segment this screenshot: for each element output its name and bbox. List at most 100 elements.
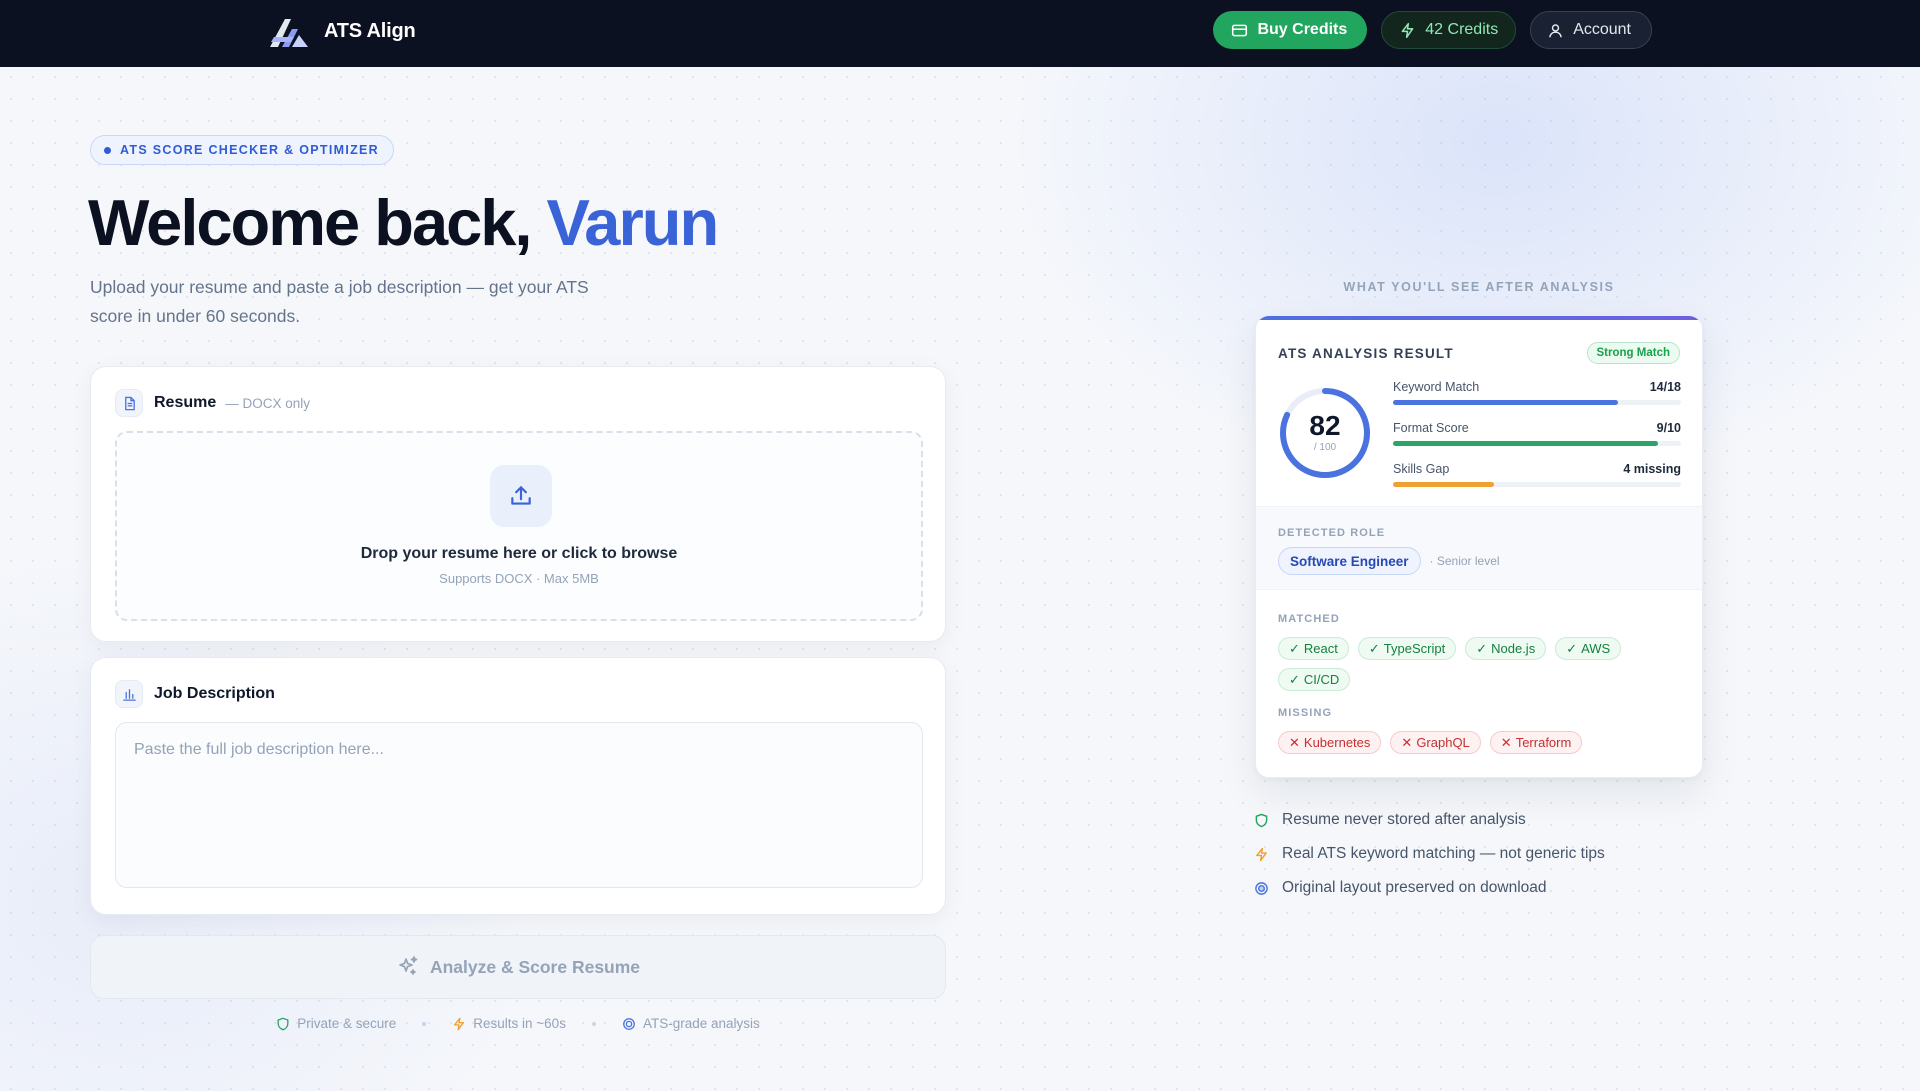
feature-label: Original layout preserved on download [1282, 879, 1547, 896]
metric-label: Keyword Match [1393, 380, 1480, 394]
matched-skill-chip: ✓ AWS [1555, 637, 1622, 660]
metric-label: Format Score [1393, 421, 1469, 435]
skill-label: AWS [1581, 641, 1611, 656]
metric-label: Skills Gap [1393, 462, 1450, 476]
metric-bar [1393, 441, 1681, 446]
score-value: 82 [1309, 410, 1341, 441]
bar-chart-icon [115, 680, 143, 708]
resume-title: Resume [154, 394, 217, 411]
buy-credits-button[interactable]: Buy Credits [1213, 11, 1368, 49]
bolt-icon [454, 1017, 465, 1030]
feature-label: Real ATS keyword matching — not generic … [1282, 845, 1605, 862]
page-title: Welcome back, Varun [88, 185, 719, 260]
target-icon [1255, 881, 1268, 895]
resume-dropzone[interactable]: Drop your resume here or click to browse… [115, 431, 923, 621]
x-icon: ✕ [1401, 734, 1413, 750]
job-description-input[interactable] [115, 722, 923, 888]
matched-skill-chip: ✓ Node.js [1465, 637, 1547, 660]
metric-bar [1393, 400, 1681, 405]
metric-bar-fill [1393, 441, 1658, 446]
result-title: ATS ANALYSIS RESULT [1278, 346, 1454, 361]
trust-label: Results in ~60s [473, 1016, 566, 1031]
trust-item-speed: Results in ~60s [452, 1016, 566, 1031]
feature-item: Resume never stored after analysis [1254, 803, 1605, 837]
metric-value: 9/10 [1656, 421, 1681, 435]
card-accent-bar [1256, 316, 1702, 320]
account-label: Account [1573, 21, 1631, 38]
brand-name: ATS Align [324, 19, 416, 42]
trust-item-analysis: ATS-grade analysis [622, 1016, 760, 1031]
matched-skill-chips: ✓ React ✓ TypeScript ✓ Node.js ✓ AWS ✓ CI/CD [1278, 637, 1682, 691]
skill-label: React [1303, 641, 1338, 656]
matched-label: MATCHED [1278, 613, 1340, 625]
detected-role-section: DETECTED ROLE Software Engineer · Senior… [1256, 506, 1702, 590]
account-button[interactable]: Account [1530, 11, 1652, 49]
title-prefix: Welcome back, [88, 186, 532, 259]
check-icon: ✓ [1566, 640, 1578, 656]
trust-label: Private & secure [297, 1016, 397, 1031]
job-description-header: Job Description [115, 680, 275, 708]
check-icon: ✓ [1476, 640, 1488, 656]
shield-icon [277, 1017, 289, 1030]
credits-balance-label: 42 Credits [1425, 21, 1499, 38]
upload-icon [490, 465, 552, 527]
metric-bar [1393, 482, 1681, 487]
role-level: · Senior level [1429, 554, 1500, 568]
check-icon: ✓ [1289, 640, 1300, 656]
preview-label: WHAT YOU'LL SEE AFTER ANALYSIS [1343, 280, 1615, 294]
feature-label: Resume never stored after analysis [1282, 811, 1526, 828]
metric-value: 4 missing [1623, 462, 1681, 476]
user-icon [1549, 23, 1562, 37]
match-badge: Strong Match [1586, 342, 1680, 364]
matched-skill-chip: ✓ CI/CD [1278, 668, 1351, 691]
sparkles-icon [399, 956, 418, 975]
metric-format-score: Format Score 9/10 [1393, 421, 1681, 462]
skill-label: Terraform [1515, 735, 1572, 750]
eyebrow-dot [104, 146, 111, 154]
detected-role-row: Software Engineer · Senior level [1278, 547, 1500, 575]
dropzone-subtitle: Supports DOCX · Max 5MB [439, 571, 599, 586]
metric-keyword-match: Keyword Match 14/18 [1393, 380, 1681, 421]
resume-card: Resume — DOCX only Drop your resume here… [90, 366, 946, 642]
x-icon: ✕ [1500, 734, 1512, 750]
document-icon [115, 389, 143, 417]
trust-label: ATS-grade analysis [642, 1016, 760, 1031]
nav-actions: Buy Credits 42 Credits Account [1213, 11, 1652, 49]
analysis-preview-card: ATS ANALYSIS RESULT Strong Match 82 / 10… [1255, 315, 1703, 778]
bolt-icon [1256, 847, 1267, 861]
separator-dot [591, 1021, 596, 1026]
brand[interactable]: ATS Align [268, 13, 416, 49]
matched-skill-chip: ✓ TypeScript [1357, 637, 1457, 660]
feature-item: Real ATS keyword matching — not generic … [1254, 837, 1605, 871]
metric-skills-gap: Skills Gap 4 missing [1393, 462, 1681, 503]
metric-value: 14/18 [1649, 380, 1681, 394]
eyebrow-badge: ATS SCORE CHECKER & OPTIMIZER [90, 135, 395, 165]
job-description-title: Job Description [154, 685, 275, 702]
metric-bar-fill [1393, 482, 1494, 487]
shield-icon [1255, 813, 1268, 827]
analyze-label: Analyze & Score Resume [429, 956, 641, 977]
skill-label: Node.js [1491, 641, 1536, 656]
missing-skill-chip: ✕ Kubernetes [1278, 731, 1382, 754]
score-metrics: Keyword Match 14/18 Format Score 9/10 Sk… [1393, 380, 1681, 503]
missing-skill-chip: ✕ GraphQL [1390, 731, 1481, 754]
feature-item: Original layout preserved on download [1254, 871, 1605, 905]
target-icon [623, 1017, 635, 1030]
check-icon: ✓ [1368, 640, 1380, 656]
resume-card-header: Resume — DOCX only [115, 389, 310, 417]
skill-label: Kubernetes [1303, 735, 1371, 750]
dropzone-title: Drop your resume here or click to browse [360, 545, 678, 562]
matched-skill-chip: ✓ React [1278, 637, 1349, 660]
credit-card-icon [1232, 24, 1248, 36]
missing-label: MISSING [1278, 707, 1333, 719]
missing-skill-chips: ✕ Kubernetes ✕ GraphQL ✕ Terraform [1278, 731, 1682, 754]
credits-balance-button[interactable]: 42 Credits [1381, 11, 1517, 49]
analyze-button[interactable]: Analyze & Score Resume [90, 935, 946, 999]
buy-credits-label: Buy Credits [1257, 21, 1348, 38]
role-chip: Software Engineer [1278, 547, 1421, 575]
skill-label: GraphQL [1416, 735, 1470, 750]
feature-list: Resume never stored after analysis Real … [1254, 803, 1605, 905]
trust-item-private: Private & secure [276, 1016, 396, 1031]
bolt-icon [1401, 22, 1414, 38]
job-description-card: Job Description [90, 657, 946, 915]
